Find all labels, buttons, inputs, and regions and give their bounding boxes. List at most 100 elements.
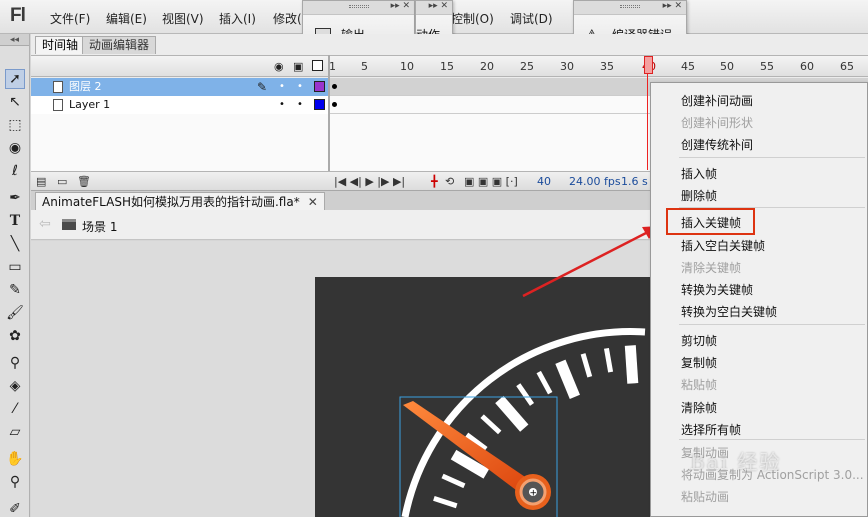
context-menu-item: 清除关键帧 — [681, 261, 742, 275]
brush-tool-icon[interactable]: 🖌 — [5, 303, 25, 323]
frame-number: 50 — [720, 60, 734, 73]
context-menu-item[interactable]: 转换为关键帧 — [681, 281, 753, 298]
context-menu-item[interactable]: 删除帧 — [681, 187, 717, 204]
frame-number: 45 — [681, 60, 695, 73]
eraser-icon[interactable]: ▱ — [5, 422, 25, 442]
menu-edit[interactable]: 编辑(E) — [106, 10, 147, 27]
bone-tool-icon[interactable]: ⚲ — [5, 353, 25, 373]
document-tab-title: AnimateFLASH如何模拟万用表的指针动画.fla* — [42, 195, 300, 209]
playhead[interactable] — [644, 56, 653, 74]
menu-file[interactable]: 文件(F) — [50, 10, 90, 27]
frame-number: 60 — [800, 60, 814, 73]
rectangle-tool-icon[interactable]: ▭ — [5, 257, 25, 277]
outline-icon[interactable] — [312, 60, 323, 71]
elapsed-time-value: 1.6 s — [621, 175, 648, 188]
layer-row-selected[interactable]: 图层 2 ✎ • • — [31, 78, 330, 96]
scene-label[interactable]: 场景 1 — [82, 218, 117, 235]
menu-debug[interactable]: 调试(D) — [510, 10, 553, 27]
context-menu-item[interactable]: 创建传统补间 — [681, 136, 753, 153]
delete-layer-icon[interactable]: 🗑 — [77, 175, 91, 188]
layer-row[interactable]: Layer 1 • • — [31, 96, 330, 114]
scene-clapper-icon — [62, 219, 76, 230]
selection-tool-icon[interactable]: ➚ — [5, 69, 25, 89]
toolbox: ◂◂ ➚ ↖ ⬚ ◉ ℓ ✒ T ╲ ▭ ✎ 🖌 ✿ ⚲ ◈ ⁄ ▱ ✋ ⚲ ✐ — [0, 34, 30, 517]
gauge-tick — [441, 473, 466, 489]
stroke-color-icon[interactable]: ✐ — [5, 499, 25, 517]
menu-separator — [679, 439, 865, 440]
zoom-tool-icon[interactable]: ⚲ — [5, 472, 25, 492]
stage[interactable]: + — [315, 277, 655, 517]
layer-icon — [53, 99, 63, 111]
context-menu-item[interactable]: 剪切帧 — [681, 332, 717, 349]
context-menu-item[interactable]: 创建补间动画 — [681, 92, 753, 109]
gauge-tick — [624, 345, 639, 384]
onion-skin-icon[interactable]: ▣ ▣ ▣ [·] — [464, 175, 518, 188]
highlight-box — [666, 208, 755, 235]
context-menu-item[interactable]: 插入帧 — [681, 165, 717, 182]
new-layer-icon[interactable]: ▤ — [36, 175, 46, 188]
menu-separator — [679, 157, 865, 158]
frame-number: 15 — [440, 60, 454, 73]
deco-tool-icon[interactable]: ✿ — [5, 326, 25, 346]
frame-number: 10 — [400, 60, 414, 73]
pencil-icon: ✎ — [257, 80, 268, 94]
loop-icon[interactable]: ⟲ — [445, 175, 454, 188]
eye-icon[interactable]: ◉ — [274, 60, 284, 73]
panel-grip[interactable]: ▸▸ ✕ — [574, 1, 686, 15]
pen-tool-icon[interactable]: ✒ — [5, 188, 25, 208]
tab-motion-editor[interactable]: 动画编辑器 — [82, 36, 157, 54]
frame-number: 25 — [520, 60, 534, 73]
layer-color-swatch[interactable] — [314, 81, 325, 92]
gauge-drawing: + — [399, 328, 646, 517]
layer-name[interactable]: Layer 1 — [69, 96, 110, 114]
paint-bucket-icon[interactable]: ◈ — [5, 376, 25, 396]
menu-insert[interactable]: 插入(I) — [219, 10, 256, 27]
document-tab[interactable]: AnimateFLASH如何模拟万用表的指针动画.fla* ✕ — [35, 192, 325, 211]
layer-name[interactable]: 图层 2 — [69, 78, 102, 96]
frame-number: 35 — [600, 60, 614, 73]
back-arrow-icon[interactable]: ⇦ — [39, 216, 51, 232]
frame-number: 1 — [329, 60, 336, 73]
new-folder-icon[interactable]: ▭ — [57, 175, 67, 188]
close-icon[interactable]: ✕ — [308, 195, 318, 209]
gauge-tick — [536, 370, 553, 395]
panel-grip[interactable]: ▸▸ ✕ — [303, 1, 414, 15]
line-tool-icon[interactable]: ╲ — [5, 234, 25, 254]
panel-grip[interactable]: ▸▸ ✕ — [416, 1, 452, 15]
fps-value[interactable]: 24.00 fps — [569, 175, 621, 188]
lock-icon[interactable]: ▣ — [293, 60, 303, 73]
frame-number: 5 — [361, 60, 368, 73]
menu-view[interactable]: 视图(V) — [162, 10, 204, 27]
playback-controls-icon[interactable]: |◀ ◀| ▶ |▶ ▶| — [334, 175, 405, 188]
frame-number: 55 — [760, 60, 774, 73]
app-logo: Fl — [10, 5, 26, 26]
menu-control[interactable]: 控制(O) — [451, 10, 494, 27]
lasso-icon[interactable]: ℓ — [5, 161, 25, 181]
current-frame-value[interactable]: 40 — [537, 175, 551, 188]
frame-number: 65 — [840, 60, 854, 73]
context-menu-item[interactable]: 选择所有帧 — [681, 421, 741, 438]
hand-tool-icon[interactable]: ✋ — [5, 449, 25, 469]
gauge-tick — [480, 414, 502, 435]
eyedropper-icon[interactable]: ⁄ — [5, 399, 25, 419]
free-transform-icon[interactable]: ⬚ — [5, 115, 25, 135]
playhead-line — [647, 74, 648, 170]
context-menu-item[interactable]: 插入空白关键帧 — [681, 237, 765, 254]
svg-text:+: + — [530, 489, 538, 499]
context-menu-item[interactable]: 清除帧 — [681, 399, 717, 416]
3d-rotation-icon[interactable]: ◉ — [5, 138, 25, 158]
gauge-tick — [603, 347, 614, 373]
text-tool-icon[interactable]: T — [5, 211, 25, 231]
pencil-tool-icon[interactable]: ✎ — [5, 280, 25, 300]
subselection-tool-icon[interactable]: ↖ — [5, 92, 25, 112]
context-menu-item: 粘贴动画 — [681, 490, 730, 504]
context-menu-item[interactable]: 转换为空白关键帧 — [681, 303, 777, 320]
center-frame-icon[interactable]: ╋ — [431, 175, 438, 188]
toolbox-collapse-icon[interactable]: ◂◂ — [0, 34, 29, 46]
tab-timeline[interactable]: 时间轴 — [35, 36, 86, 54]
menu-modify[interactable]: 修改( — [273, 10, 302, 27]
watermark: Bai 经验 — [690, 450, 782, 474]
gauge-tick — [516, 383, 535, 406]
layer-color-swatch[interactable] — [314, 99, 325, 110]
context-menu-item[interactable]: 复制帧 — [681, 354, 717, 371]
